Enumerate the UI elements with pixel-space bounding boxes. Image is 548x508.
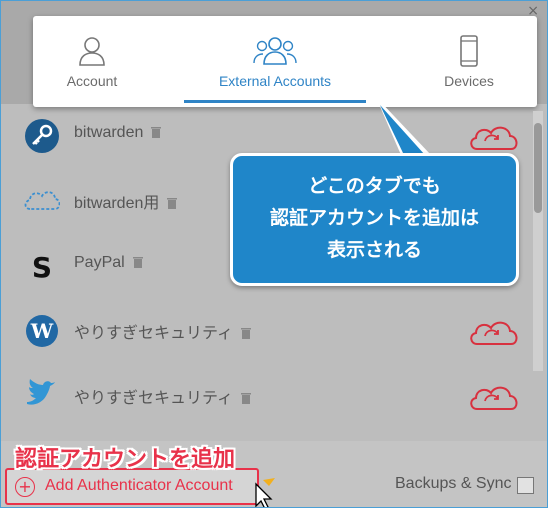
callout-line-2: 認証アカウントを追加は bbox=[269, 207, 479, 229]
scrollbar-thumb[interactable] bbox=[534, 123, 542, 213]
app-window: × Account External Accounts Devices bitw… bbox=[0, 0, 548, 508]
callout-line-1: どこのタブでも bbox=[308, 175, 441, 197]
backups-sync-checkbox[interactable] bbox=[517, 477, 534, 494]
tab-account[interactable]: Account bbox=[33, 16, 151, 107]
people-group-icon bbox=[253, 37, 297, 65]
person-icon bbox=[79, 37, 105, 66]
trash-icon[interactable] bbox=[151, 126, 162, 138]
tab-label: Devices bbox=[444, 73, 494, 89]
list-item[interactable]: W やりすぎセキュリティ bbox=[1, 299, 531, 364]
tab-label: External Accounts bbox=[218, 73, 332, 89]
twitter-bird-icon bbox=[27, 379, 55, 405]
account-name: bitwarden bbox=[74, 124, 162, 142]
list-item[interactable]: やりすぎセキュリティ bbox=[1, 364, 531, 429]
tab-bar: Account External Accounts Devices bbox=[33, 16, 537, 107]
scrollbar[interactable] bbox=[533, 111, 543, 371]
sync-cloud-icon[interactable] bbox=[467, 382, 521, 412]
active-tab-underline bbox=[184, 100, 366, 103]
account-name: やりすぎセキュリティ bbox=[74, 319, 252, 343]
trash-icon[interactable] bbox=[241, 327, 252, 339]
sync-cloud-icon[interactable] bbox=[467, 122, 521, 152]
phone-icon bbox=[460, 35, 478, 67]
trash-icon[interactable] bbox=[241, 392, 252, 404]
plus-circle-icon: + bbox=[15, 477, 35, 497]
wordpress-icon: W bbox=[26, 315, 58, 347]
add-account-label: Add Authenticator Account bbox=[45, 477, 233, 494]
mouse-cursor-icon bbox=[255, 478, 275, 507]
account-name: bitwarden用 bbox=[74, 189, 178, 213]
trash-icon[interactable] bbox=[167, 197, 178, 209]
callout-bubble: どこのタブでも 認証アカウントを追加は 表示される bbox=[230, 153, 519, 286]
tab-label: Account bbox=[66, 73, 118, 89]
callout-line-3: 表示される bbox=[326, 239, 422, 261]
paypal-s-icon: S bbox=[32, 251, 52, 284]
key-icon bbox=[25, 119, 59, 153]
cloud-dots-icon bbox=[24, 191, 60, 210]
sync-cloud-icon[interactable] bbox=[467, 317, 521, 347]
account-name: PayPal bbox=[74, 254, 143, 272]
svg-text:W: W bbox=[30, 319, 54, 343]
backups-sync-label: Backups & Sync bbox=[395, 475, 512, 492]
add-account-annotation: 認証アカウントを追加 bbox=[15, 447, 236, 472]
svg-text:S: S bbox=[32, 251, 52, 284]
tab-external-accounts[interactable]: External Accounts bbox=[184, 16, 366, 107]
account-name: やりすぎセキュリティ bbox=[74, 384, 252, 408]
trash-icon[interactable] bbox=[132, 256, 143, 268]
add-authenticator-account-button[interactable]: + Add Authenticator Account bbox=[5, 468, 259, 505]
